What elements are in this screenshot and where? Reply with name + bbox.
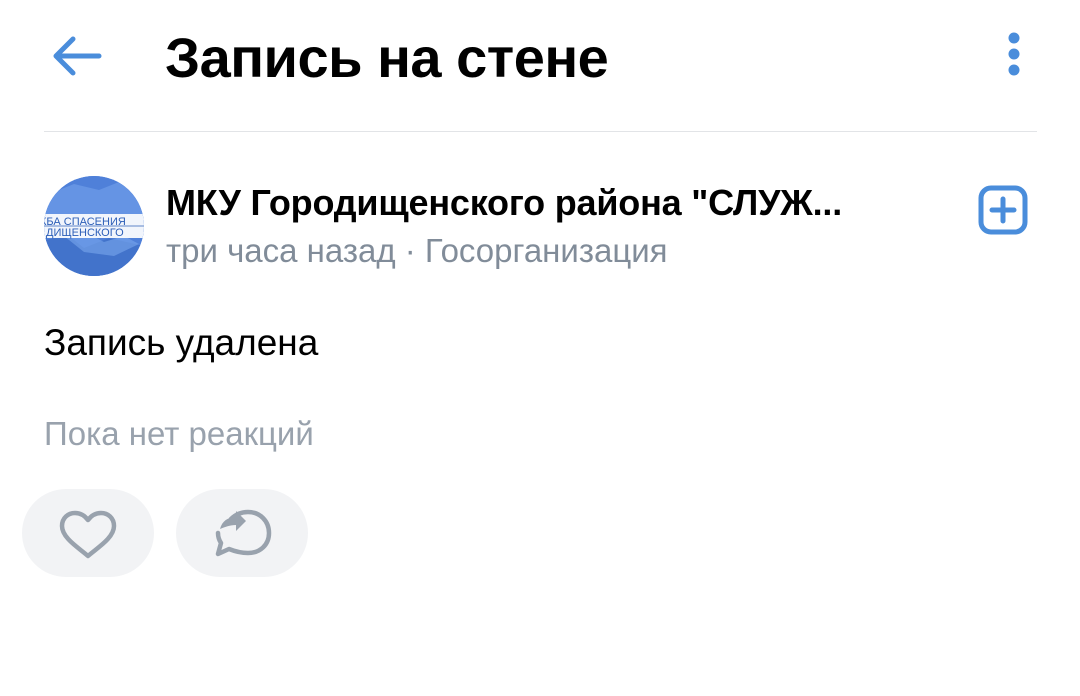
header-divider [44,131,1037,132]
author-name[interactable]: МКУ Городищенского района "СЛУЖ... [166,180,886,226]
author-avatar[interactable]: КБА СПАСЕНИЯ ДИЩЕНСКОГО [44,176,144,276]
avatar-text-bottom: ДИЩЕНСКОГО [46,227,124,239]
app-header: Запись на стене [0,0,1080,120]
avatar-image: КБА СПАСЕНИЯ ДИЩЕНСКОГО [44,176,144,276]
share-icon [215,509,272,557]
post-page: Запись на стене КБА СПАСЕНИЯ ДИЩЕНСКОГО … [0,0,1080,696]
heart-icon [59,510,117,559]
reactions-placeholder: Пока нет реакций [44,415,314,452]
back-button[interactable] [46,28,110,84]
post-text: Запись удалена [44,322,319,363]
share-button[interactable] [176,489,308,577]
subscribe-button[interactable] [978,185,1028,235]
page-title: Запись на стене [165,26,609,89]
post-meta: три часа назад · Госорганизация [166,229,668,273]
post-time: три часа назад [166,232,396,269]
author-type: Госорганизация [424,232,668,269]
like-button[interactable] [22,489,154,577]
meta-separator: · [395,232,425,269]
more-button[interactable] [998,28,1030,88]
plus-square-icon [978,185,1028,235]
arrow-left-icon [53,36,102,76]
more-vertical-icon [1008,32,1020,76]
